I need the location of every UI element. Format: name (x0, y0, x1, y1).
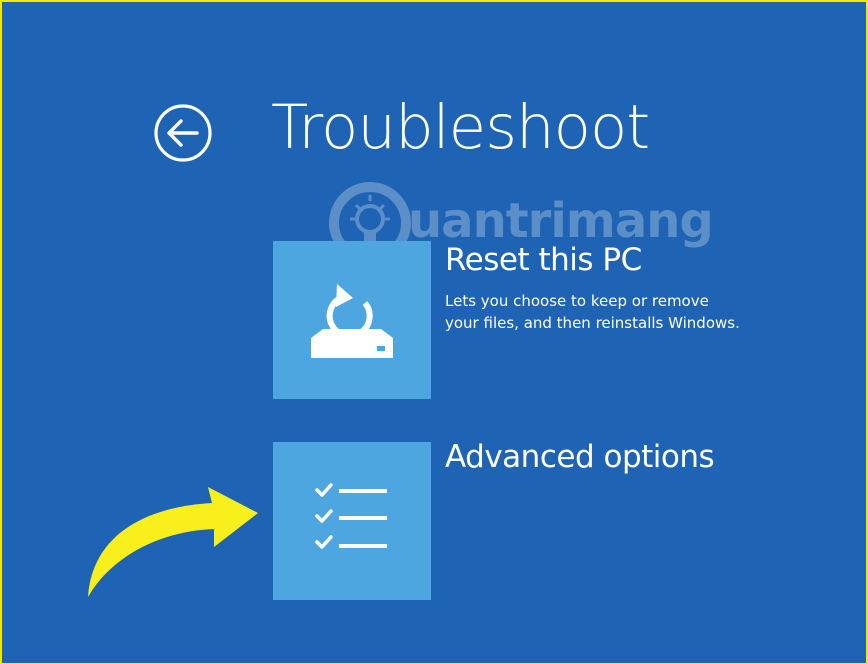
reset-pc-icon (311, 284, 393, 358)
reset-pc-description-line1: Lets you choose to keep or remove (445, 292, 709, 310)
back-button[interactable] (153, 103, 213, 163)
advanced-options-tile[interactable] (273, 442, 431, 600)
recovery-screen: Troubleshoot uantrimang Reset this PC Le… (0, 0, 868, 664)
advanced-options-title[interactable]: Advanced options (445, 439, 715, 475)
reset-pc-description-line2: your files, and then reinstalls Windows. (445, 314, 740, 332)
page-title: Troubleshoot (271, 92, 650, 163)
yellow-curved-arrow-icon (88, 487, 258, 597)
reset-pc-description: Lets you choose to keep or remove your f… (445, 290, 865, 334)
reset-pc-title[interactable]: Reset this PC (445, 242, 642, 278)
reset-pc-tile[interactable] (273, 241, 431, 399)
checklist-icon (315, 483, 387, 549)
watermark-text: uantrimang (408, 193, 714, 249)
back-arrow-circle-icon (154, 104, 212, 162)
